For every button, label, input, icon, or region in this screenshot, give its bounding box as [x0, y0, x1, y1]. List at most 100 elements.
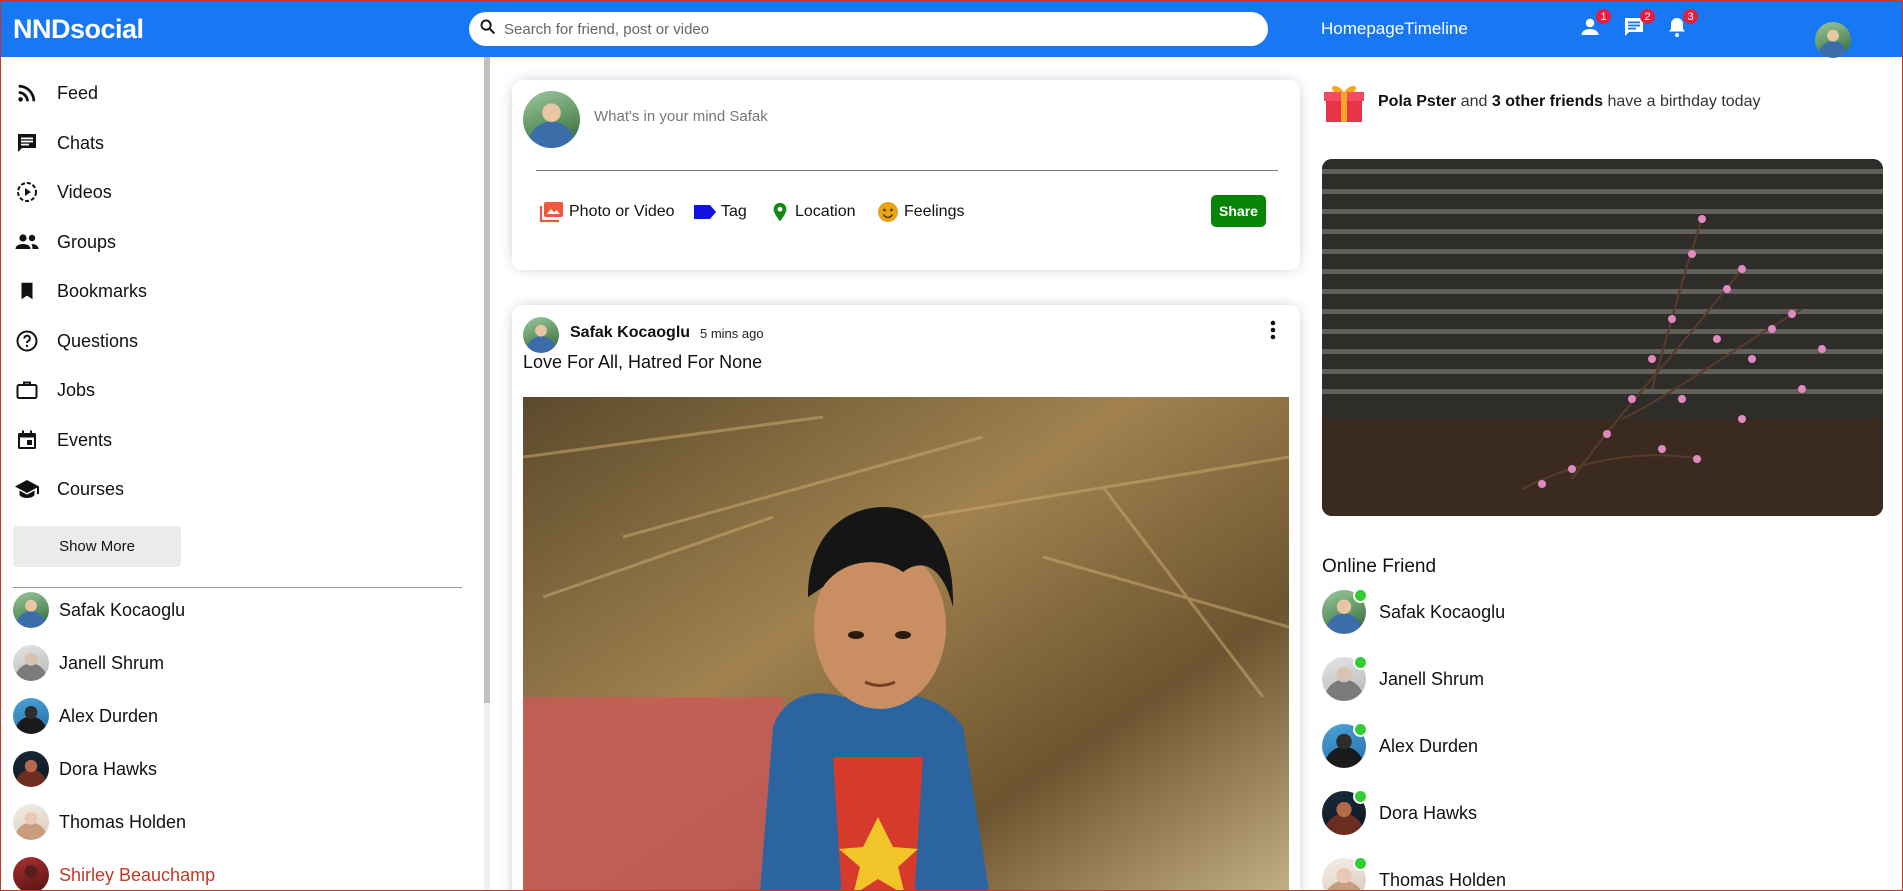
online-status-dot [1353, 655, 1368, 670]
sidebar-item-label: Bookmarks [57, 280, 148, 301]
sidebar-item-label: Jobs [57, 379, 96, 400]
sidebar-item-jobs[interactable]: Jobs [14, 375, 95, 405]
avatar [13, 645, 49, 681]
messages-badge: 2 [1640, 9, 1655, 24]
birthday-notice: Pola Pster and 3 other friends have a bi… [1322, 80, 1760, 124]
share-button[interactable]: Share [1211, 195, 1266, 227]
sidebar-item-label: Videos [57, 181, 112, 202]
photo-library-icon [539, 200, 565, 224]
sidebar-scrollbar-track[interactable] [484, 703, 490, 891]
online-status-dot [1353, 722, 1368, 737]
homepage-link[interactable]: Homepage [1321, 19, 1404, 38]
online-friend-name: Dora Hawks [1379, 802, 1478, 823]
search-input[interactable] [504, 20, 1244, 38]
sidebar-item-groups[interactable]: Groups [14, 227, 116, 257]
post-image[interactable] [523, 397, 1289, 891]
online-friend-name: Thomas Holden [1379, 869, 1507, 890]
sidebar-item-events[interactable]: Events [14, 425, 112, 455]
feelings-option[interactable]: Feelings [876, 199, 964, 225]
online-friend-name: Alex Durden [1379, 735, 1479, 756]
left-sidebar: Feed Chats Videos Groups Bookmarks Quest… [0, 57, 486, 891]
sidebar-scrollbar-thumb[interactable] [484, 57, 490, 703]
share-option-label: Feelings [904, 203, 965, 220]
birthday-others[interactable]: 3 other friends [1492, 93, 1603, 110]
search-icon [479, 18, 496, 40]
photo-video-option[interactable]: Photo or Video [539, 199, 675, 225]
friend-requests-button[interactable]: 1 [1575, 9, 1611, 44]
more-vert-icon[interactable] [1263, 319, 1283, 346]
show-more-button[interactable]: Show More [13, 526, 181, 567]
sidebar-item-label: Questions [57, 330, 139, 351]
notifications-button[interactable]: 3 [1662, 9, 1698, 44]
friend-list-item[interactable]: Alex Durden [13, 697, 158, 735]
post-username[interactable]: Safak Kocaoglu [570, 324, 690, 342]
group-icon [14, 229, 40, 255]
sidebar-item-label: Events [57, 429, 113, 450]
friend-name: Thomas Holden [59, 811, 187, 832]
sidebar-item-label: Chats [57, 132, 105, 153]
friend-requests-badge: 1 [1596, 9, 1611, 24]
share-option-label: Tag [721, 203, 747, 220]
sidebar-item-label: Groups [57, 231, 117, 252]
location-pin-icon [769, 200, 791, 224]
online-status-dot [1353, 588, 1368, 603]
online-friends-title: Online Friend [1322, 556, 1437, 577]
friend-name: Safak Kocaoglu [59, 599, 186, 620]
friend-name: Shirley Beauchamp [59, 864, 216, 885]
location-option[interactable]: Location [769, 199, 856, 225]
calendar-icon [14, 427, 40, 453]
sidebar-item-videos[interactable]: Videos [14, 177, 112, 207]
share-option-label: Photo or Video [569, 203, 675, 220]
bookmark-icon [14, 278, 40, 304]
gift-icon [1322, 80, 1366, 124]
share-divider [536, 170, 1278, 171]
online-friend-item[interactable]: Thomas Holden [1322, 856, 1507, 891]
label-icon [693, 202, 717, 222]
friend-list-item[interactable]: Safak Kocaoglu [13, 591, 185, 629]
avatar [13, 804, 49, 840]
avatar[interactable] [523, 317, 559, 353]
topbar: NNDsocial HomepageTimeline 1 2 3 [0, 0, 1903, 58]
top-nav-links: HomepageTimeline [1321, 19, 1468, 39]
post-card: Safak Kocaoglu 5 mins ago Love For All, … [512, 305, 1300, 891]
birthday-name[interactable]: Pola Pster [1378, 93, 1456, 110]
online-friend-item[interactable]: Janell Shrum [1322, 655, 1485, 701]
smiley-face-icon [876, 200, 900, 224]
sidebar-item-chats[interactable]: Chats [14, 128, 104, 158]
sidebar-item-questions[interactable]: Questions [14, 326, 138, 356]
sidebar-item-feed[interactable]: Feed [14, 78, 98, 108]
post-text: Love For All, Hatred For None [523, 352, 763, 372]
friend-list-item[interactable]: Janell Shrum [13, 644, 164, 682]
online-friend-item[interactable]: Alex Durden [1322, 722, 1479, 768]
friend-list-item[interactable]: Thomas Holden [13, 803, 186, 841]
ad-image[interactable] [1322, 159, 1883, 516]
timeline-link[interactable]: Timeline [1404, 19, 1468, 38]
online-friend-name: Janell Shrum [1379, 668, 1485, 689]
search-bar[interactable] [469, 12, 1268, 46]
friend-name: Dora Hawks [59, 758, 158, 779]
friend-list-item[interactable]: Shirley Beauchamp [13, 856, 215, 891]
avatar [13, 592, 49, 628]
briefcase-icon [14, 377, 40, 403]
play-circle-icon [14, 179, 40, 205]
sidebar-divider [13, 587, 462, 588]
sidebar-item-bookmarks[interactable]: Bookmarks [14, 276, 147, 306]
help-circle-icon [14, 328, 40, 354]
profile-avatar[interactable] [1815, 21, 1851, 58]
notifications-badge: 3 [1683, 9, 1698, 24]
avatar [523, 91, 580, 148]
sidebar-item-courses[interactable]: Courses [14, 474, 124, 504]
share-input[interactable] [594, 108, 1154, 125]
share-card: Photo or Video Tag Location Feelings Sha… [512, 80, 1300, 270]
tag-option[interactable]: Tag [693, 199, 747, 225]
friend-list-item[interactable]: Dora Hawks [13, 750, 157, 788]
online-friend-name: Safak Kocaoglu [1379, 601, 1506, 622]
messages-button[interactable]: 2 [1619, 9, 1655, 44]
birthday-connector: and [1460, 93, 1488, 110]
app-logo[interactable]: NNDsocial [13, 14, 144, 45]
friend-name: Janell Shrum [59, 652, 165, 673]
online-friend-item[interactable]: Dora Hawks [1322, 789, 1478, 835]
sidebar-item-label: Feed [57, 82, 99, 103]
rss-feed-icon [14, 80, 40, 106]
online-friend-item[interactable]: Safak Kocaoglu [1322, 588, 1506, 634]
